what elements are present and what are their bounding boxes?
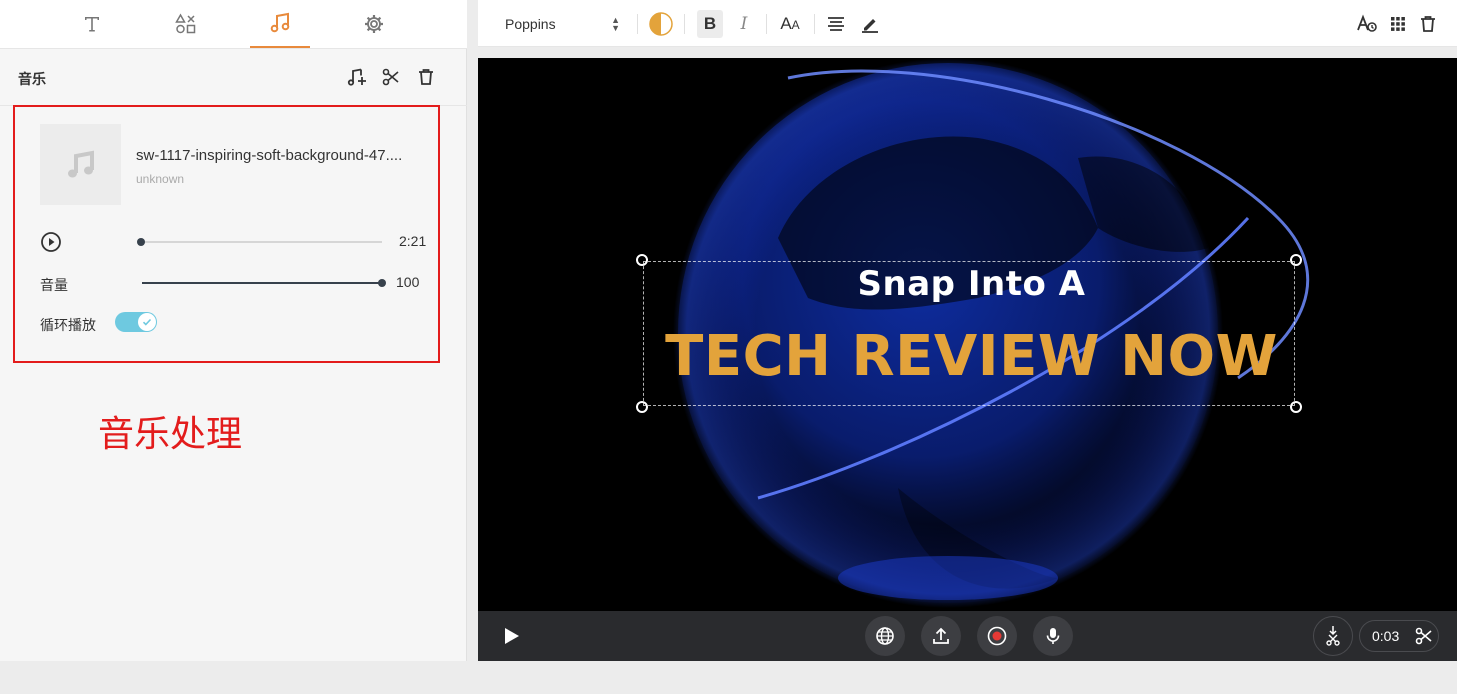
check-icon (142, 318, 152, 326)
text-toolbar: Poppins ▲ ▼ B I AA (478, 0, 1457, 47)
text-icon (85, 17, 99, 32)
align-button[interactable] (823, 10, 849, 38)
pen-icon (862, 19, 878, 33)
text-style-icon (1357, 14, 1377, 32)
align-icon (828, 17, 844, 31)
volume-slider[interactable] (142, 279, 386, 287)
loop-toggle[interactable] (115, 312, 157, 332)
gear-icon (365, 15, 383, 33)
text-color-button[interactable] (648, 10, 674, 38)
volume-value: 100 (396, 274, 420, 290)
loop-toggle-knob (138, 313, 156, 331)
tab-text[interactable] (62, 0, 122, 48)
grid-button[interactable] (1385, 10, 1411, 38)
italic-icon: I (740, 14, 748, 34)
toolbar-divider (814, 14, 815, 34)
track-artist: unknown (136, 172, 185, 186)
loop-label: 循环播放 (40, 317, 96, 333)
canvas-subtitle-text[interactable]: Snap Into A (482, 264, 1457, 304)
track-name: sw-1117-inspiring-soft-background-47.... (136, 147, 403, 164)
record-icon (987, 626, 1007, 646)
resize-handle-bottom-right[interactable] (1290, 401, 1302, 413)
globe-icon (876, 627, 894, 645)
font-family-value: Poppins (505, 16, 556, 32)
album-thumbnail (40, 124, 121, 205)
canvas-headline-text[interactable]: TECH REVIEW NOW (482, 324, 1457, 389)
status-strip (0, 661, 1457, 694)
cut-music-button[interactable] (380, 66, 402, 88)
video-canvas[interactable]: Snap Into A TECH REVIEW NOW (478, 58, 1457, 611)
text-style-button[interactable] (1354, 10, 1380, 38)
add-music-button[interactable] (346, 66, 368, 88)
panel-title: 音乐 (18, 71, 46, 87)
play-button[interactable] (500, 625, 522, 647)
panel-tab-bar (0, 0, 467, 49)
toolbar-divider (766, 14, 767, 34)
select-caret-icon: ▲ ▼ (611, 15, 620, 33)
playback-progress-slider[interactable] (137, 238, 382, 246)
play-icon (505, 628, 519, 644)
microphone-icon (1046, 628, 1060, 644)
progress-handle[interactable] (137, 238, 145, 246)
globe-button[interactable] (865, 616, 905, 656)
toolbar-divider (637, 14, 638, 34)
play-circle-icon (41, 232, 61, 252)
color-fill-icon (649, 12, 673, 36)
font-family-select[interactable]: Poppins ▲ ▼ (492, 11, 622, 37)
grid-icon (1391, 17, 1405, 31)
record-button[interactable] (977, 616, 1017, 656)
italic-button[interactable]: I (731, 10, 757, 38)
music-note-icon (67, 150, 94, 177)
upload-icon (933, 627, 949, 644)
resize-handle-bottom-left[interactable] (636, 401, 648, 413)
shapes-icon (175, 13, 196, 34)
highlight-button[interactable] (857, 10, 883, 38)
volume-fill (142, 282, 382, 284)
microphone-button[interactable] (1033, 616, 1073, 656)
delete-text-button[interactable] (1415, 10, 1441, 38)
volume-handle[interactable] (378, 279, 386, 287)
preview-play-button[interactable] (40, 231, 62, 253)
trash-icon (1421, 16, 1435, 32)
bold-icon: B (703, 14, 717, 33)
music-card: sw-1117-inspiring-soft-background-47....… (13, 105, 440, 363)
tab-settings[interactable] (344, 0, 404, 48)
left-panel: 音乐 sw-1117-inspiring-soft-background-47.… (0, 0, 467, 661)
tab-music[interactable] (250, 0, 310, 48)
tab-elements[interactable] (156, 0, 216, 48)
track-duration: 2:21 (399, 233, 427, 249)
upload-button[interactable] (921, 616, 961, 656)
split-scissors-icon (1326, 626, 1340, 646)
current-time: 0:03 (1372, 628, 1400, 644)
volume-label: 音量 (40, 277, 68, 293)
delete-music-button[interactable] (415, 66, 437, 88)
scissors-icon (382, 68, 399, 86)
add-music-icon (347, 68, 366, 86)
panel-header: 音乐 (0, 49, 467, 106)
music-note-icon (270, 12, 290, 33)
font-size-icon: AA (780, 14, 800, 33)
font-size-button[interactable]: AA (775, 10, 805, 38)
toolbar-divider (684, 14, 685, 34)
player-controls-bar: 0:03 (478, 611, 1457, 661)
scissors-icon (1415, 627, 1432, 645)
time-trim-control[interactable]: 0:03 (1359, 620, 1439, 652)
trash-icon (419, 69, 433, 85)
bold-button[interactable]: B (697, 10, 723, 38)
split-clip-button[interactable] (1313, 616, 1353, 656)
annotation-label: 音乐处理 (98, 414, 243, 455)
